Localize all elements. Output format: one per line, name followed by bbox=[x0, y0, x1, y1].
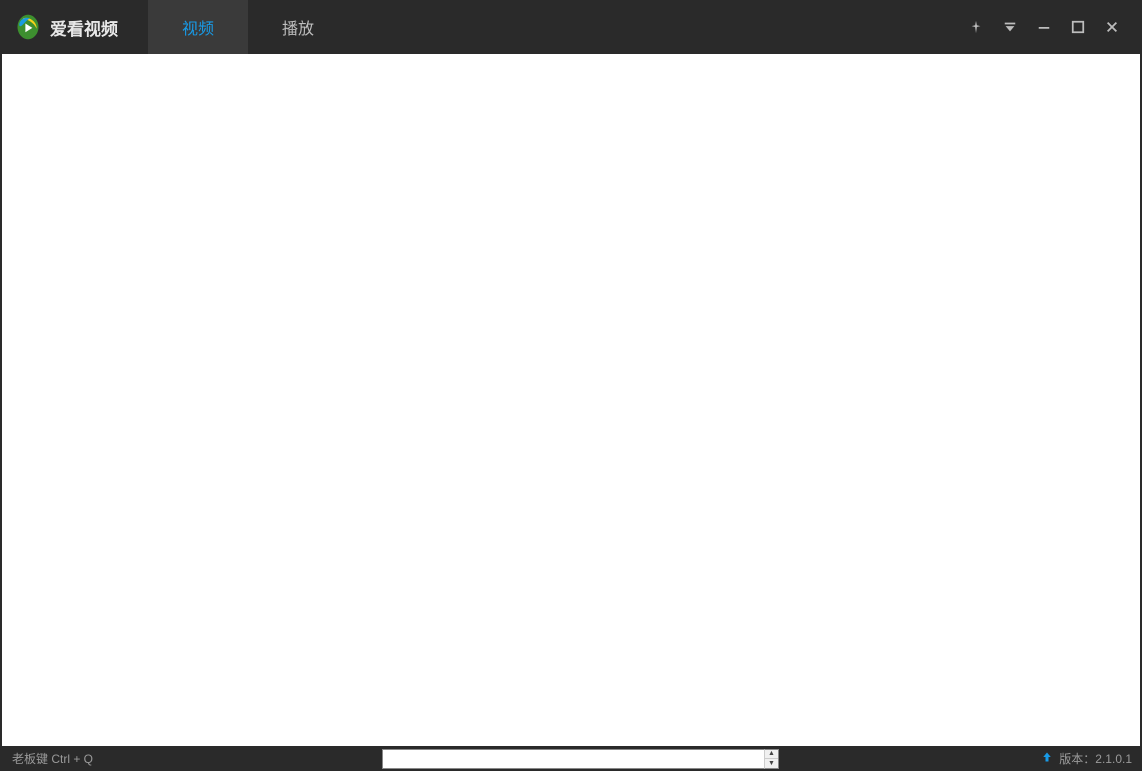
app-logo-area: 爱看视频 bbox=[8, 13, 148, 41]
app-logo-icon bbox=[14, 13, 42, 41]
dropdown-icon[interactable] bbox=[1000, 17, 1020, 37]
app-title: 爱看视频 bbox=[50, 15, 118, 40]
status-right: 版本：2.1.0.1 bbox=[1041, 750, 1132, 768]
tab-label: 播放 bbox=[282, 15, 314, 39]
spinner-down-button[interactable]: ▼ bbox=[765, 759, 778, 768]
minimize-button[interactable] bbox=[1034, 17, 1054, 37]
maximize-button[interactable] bbox=[1068, 17, 1088, 37]
tab-play[interactable]: 播放 bbox=[248, 0, 348, 54]
window-controls bbox=[966, 17, 1134, 37]
content-area bbox=[2, 54, 1140, 746]
close-button[interactable] bbox=[1102, 17, 1122, 37]
spinner-up-button[interactable]: ▲ bbox=[765, 750, 778, 760]
version-label: 版本：2.1.0.1 bbox=[1059, 750, 1132, 767]
tabs: 视频 播放 bbox=[148, 0, 348, 54]
titlebar: 爱看视频 视频 播放 bbox=[0, 0, 1142, 54]
tab-label: 视频 bbox=[182, 15, 214, 39]
statusbar: 老板键 Ctrl + Q ▲ ▼ 版本：2.1.0.1 bbox=[0, 746, 1142, 771]
status-input[interactable] bbox=[382, 749, 764, 769]
boss-key-label: 老板键 Ctrl + Q bbox=[12, 750, 372, 767]
spinner: ▲ ▼ bbox=[764, 749, 779, 769]
tab-video[interactable]: 视频 bbox=[148, 0, 248, 54]
status-input-wrap: ▲ ▼ bbox=[382, 749, 779, 769]
pin-icon[interactable] bbox=[966, 17, 986, 37]
upload-icon[interactable] bbox=[1041, 750, 1053, 768]
